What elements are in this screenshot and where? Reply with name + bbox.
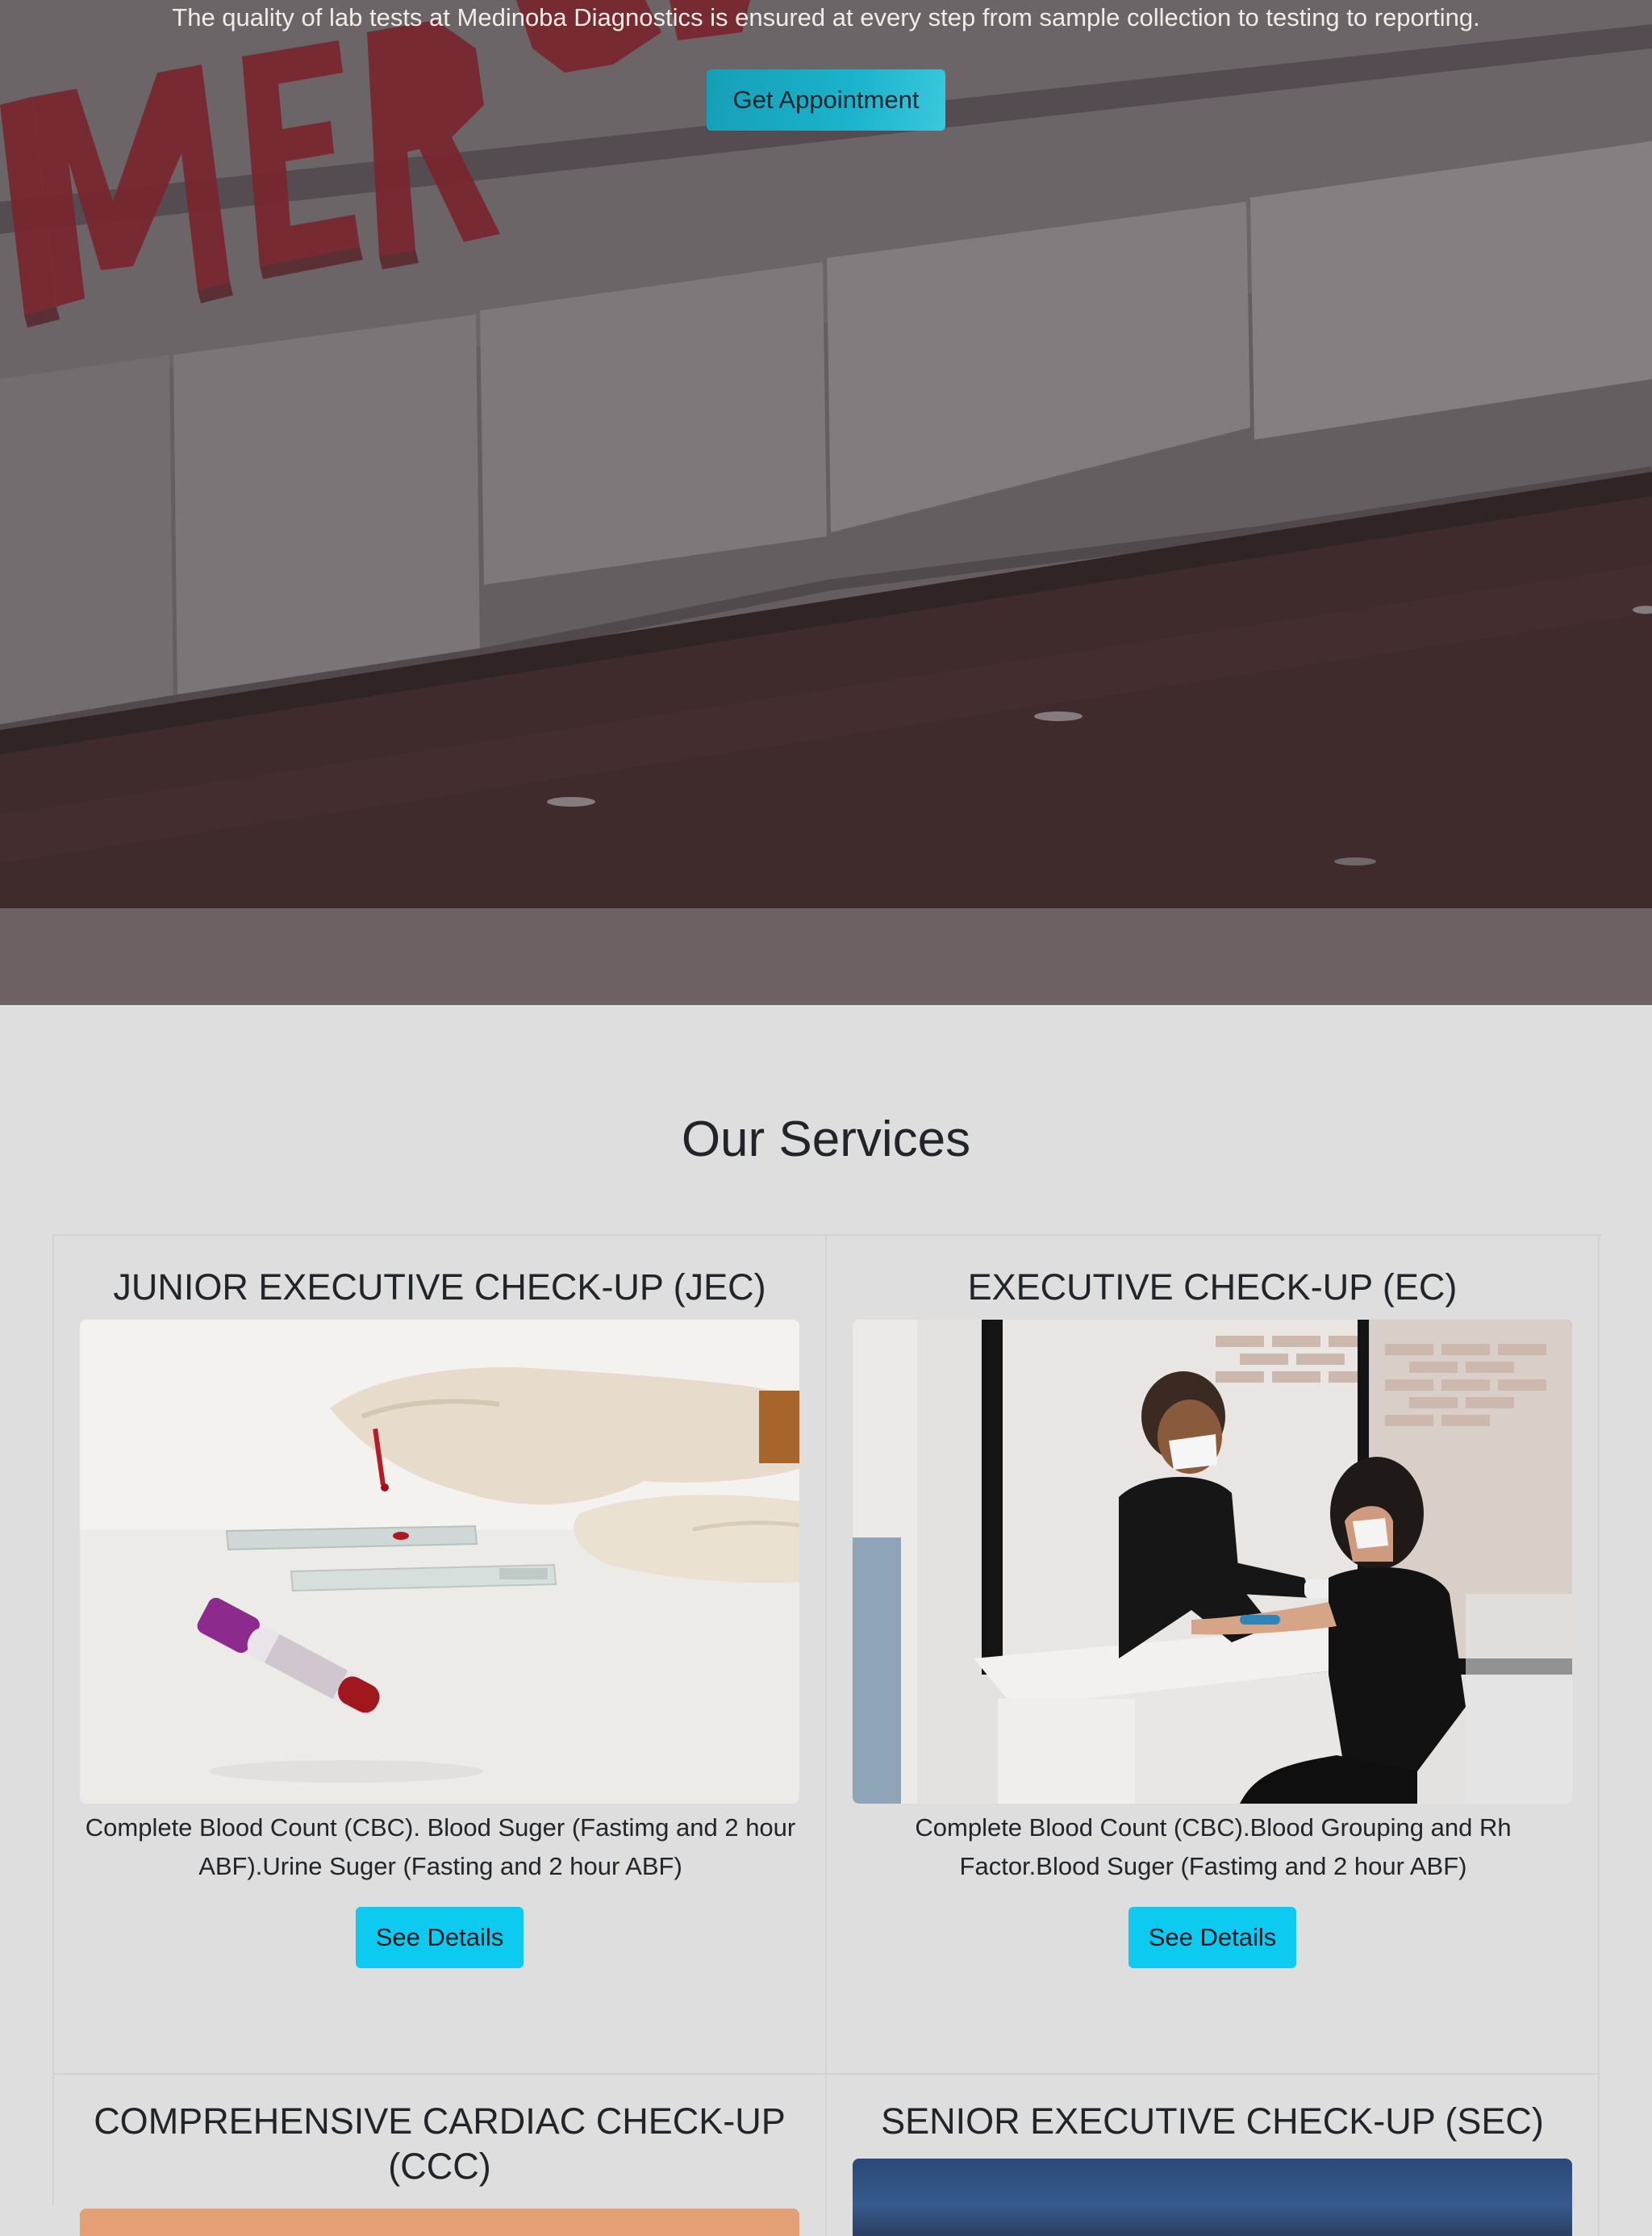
service-card-title: COMPREHENSIVE CARDIAC CHECK-UP (CCC)	[94, 2100, 786, 2187]
service-card-title: JUNIOR EXECUTIVE CHECK-UP (JEC)	[113, 1266, 766, 1308]
services-heading: Our Services	[681, 1112, 971, 1167]
service-card-description: Complete Blood Count (CBC). Blood Suger …	[85, 1813, 796, 1880]
see-details-button[interactable]: See Details	[1128, 1907, 1296, 1968]
hero-overlay	[0, 0, 1652, 908]
service-card-ccc: COMPREHENSIVE CARDIAC CHECK-UP (CCC)	[54, 2075, 827, 2236]
service-card-description: Complete Blood Count (CBC).Blood Groupin…	[915, 1813, 1512, 1880]
service-card-ec: EXECUTIVE CHECK-UP (EC) Complete Blood C…	[827, 1236, 1600, 2075]
hero-tagline: The quality of lab tests at Medinoba Dia…	[172, 3, 1480, 31]
service-card-jec: JUNIOR EXECUTIVE CHECK-UP (JEC) Complete…	[54, 1236, 827, 2075]
nurse-drawing-blood-image	[853, 1320, 1572, 1804]
blood-sample-tube-image	[80, 1320, 799, 1804]
service-card-title: EXECUTIVE CHECK-UP (EC)	[967, 1266, 1458, 1308]
senior-checkup-image	[853, 2159, 1572, 2236]
services-grid: JUNIOR EXECUTIVE CHECK-UP (JEC) Complete…	[52, 1234, 1601, 2236]
see-details-button[interactable]: See Details	[356, 1907, 524, 1968]
service-card-sec: SENIOR EXECUTIVE CHECK-UP (SEC)	[827, 2075, 1600, 2236]
hero-section: The quality of lab tests at Medinoba Dia…	[0, 0, 1652, 1005]
get-appointment-button[interactable]: Get Appointment	[707, 69, 945, 131]
cardiac-image	[80, 2209, 799, 2236]
service-card-title: SENIOR EXECUTIVE CHECK-UP (SEC)	[881, 2100, 1544, 2142]
